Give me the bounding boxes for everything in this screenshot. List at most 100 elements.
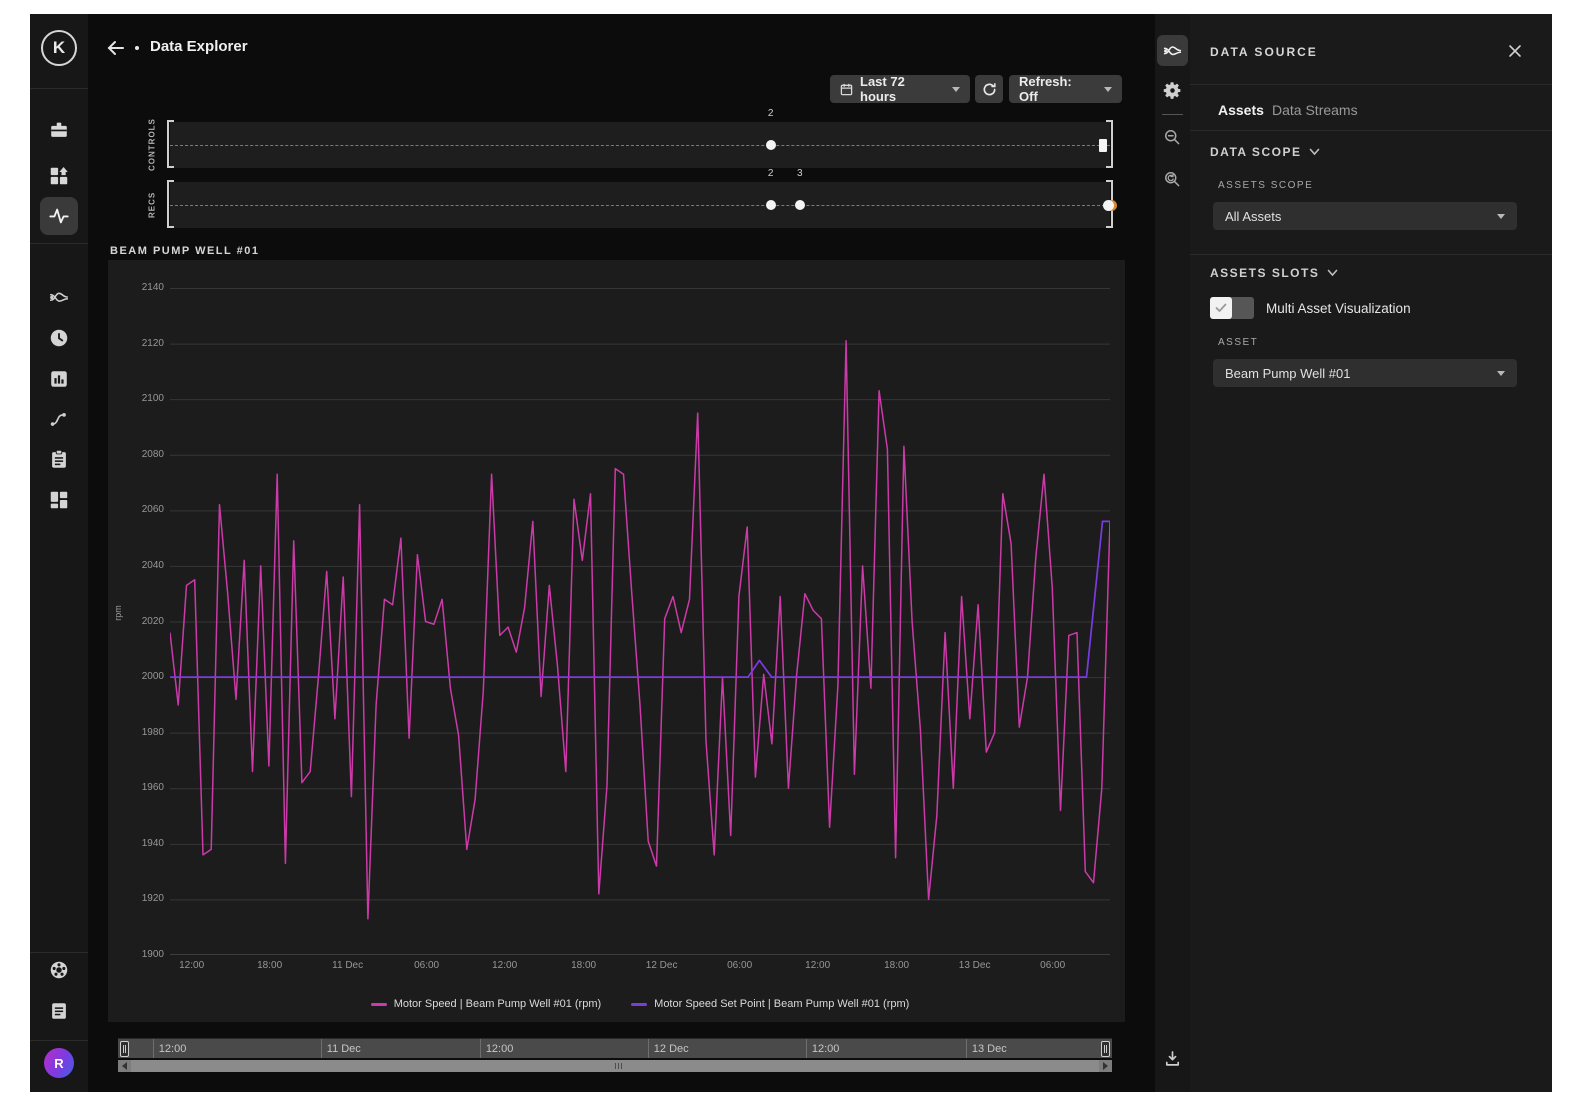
x-tick-label: 18:00 bbox=[554, 960, 614, 971]
x-tick-label: 12 Dec bbox=[632, 960, 692, 971]
flow-icon[interactable] bbox=[48, 408, 70, 430]
event-marker-dot[interactable] bbox=[795, 200, 805, 210]
refresh-mode-dropdown[interactable]: Refresh: Off bbox=[1009, 75, 1122, 103]
download-icon[interactable] bbox=[1162, 1048, 1183, 1069]
chevron-down-icon bbox=[952, 87, 960, 92]
tab-data-streams[interactable]: Data Streams bbox=[1272, 102, 1358, 118]
assets-slots-header-text: ASSETS SLOTS bbox=[1210, 266, 1319, 280]
calendar-icon[interactable] bbox=[48, 119, 70, 141]
assets-slots-section-header[interactable]: ASSETS SLOTS bbox=[1210, 266, 1338, 280]
divider bbox=[1190, 84, 1552, 85]
scroll-right-button[interactable] bbox=[1099, 1060, 1112, 1072]
divider bbox=[30, 1040, 88, 1041]
toggle-thumb bbox=[1210, 297, 1232, 319]
support-icon[interactable] bbox=[48, 959, 70, 981]
refresh-icon bbox=[982, 82, 997, 97]
avatar-initial: R bbox=[54, 1056, 63, 1071]
check-icon bbox=[1215, 303, 1227, 313]
trend-tool-icon[interactable] bbox=[1162, 40, 1183, 61]
assets-scope-value: All Assets bbox=[1225, 209, 1281, 224]
divider bbox=[1162, 114, 1183, 115]
event-marker-dot[interactable] bbox=[766, 140, 776, 150]
timeline-minimap[interactable]: 12:0011 Dec12:0012 Dec12:0013 Dec bbox=[118, 1038, 1112, 1058]
recs-track[interactable]: 23 bbox=[170, 182, 1110, 228]
back-arrow-icon[interactable] bbox=[106, 39, 126, 57]
assets-scope-dropdown[interactable]: All Assets bbox=[1213, 202, 1517, 230]
time-range-dropdown[interactable]: Last 72 hours bbox=[830, 75, 970, 103]
page-title: Data Explorer bbox=[150, 38, 248, 55]
activity-icon[interactable] bbox=[48, 205, 70, 227]
x-tick-label: 06:00 bbox=[1023, 960, 1083, 971]
clock-icon[interactable] bbox=[48, 327, 70, 349]
chevron-down-icon bbox=[1104, 87, 1112, 92]
x-tick-label: 18:00 bbox=[240, 960, 300, 971]
bar-chart-icon[interactable] bbox=[48, 368, 70, 390]
chevron-down-icon bbox=[1309, 148, 1320, 156]
chart-legend: Motor Speed | Beam Pump Well #01 (rpm) Mo… bbox=[170, 998, 1110, 1010]
settings-gear-icon[interactable] bbox=[1162, 80, 1183, 101]
asset-dropdown[interactable]: Beam Pump Well #01 bbox=[1213, 359, 1517, 387]
legend-item[interactable]: Motor Speed Set Point | Beam Pump Well #… bbox=[631, 998, 909, 1010]
clipboard-icon[interactable] bbox=[48, 448, 70, 470]
minimap-time-label: 11 Dec bbox=[321, 1039, 361, 1058]
tab-assets[interactable]: Assets bbox=[1218, 102, 1264, 118]
controls-track-dashline bbox=[170, 145, 1110, 146]
event-marker-dot[interactable] bbox=[766, 200, 776, 210]
time-range-value: Last 72 hours bbox=[860, 74, 941, 104]
refresh-mode-value: Refresh: Off bbox=[1019, 74, 1093, 104]
release-notes-icon[interactable] bbox=[48, 1000, 70, 1022]
x-tick-label: 13 Dec bbox=[945, 960, 1005, 971]
x-tick-label: 06:00 bbox=[710, 960, 770, 971]
controls-end-marker[interactable] bbox=[1099, 139, 1107, 152]
title-dot bbox=[135, 46, 139, 50]
x-tick-label: 12:00 bbox=[475, 960, 535, 971]
divider bbox=[30, 243, 88, 244]
y-tick-label: 2000 bbox=[142, 671, 164, 682]
multi-asset-toggle[interactable] bbox=[1210, 297, 1254, 319]
dashboard-icon[interactable] bbox=[48, 489, 70, 511]
recs-track-label: RECS bbox=[140, 182, 164, 228]
chart-plot[interactable] bbox=[170, 288, 1110, 955]
x-tick-label: 12:00 bbox=[162, 960, 222, 971]
legend-item[interactable]: Motor Speed | Beam Pump Well #01 (rpm) bbox=[371, 998, 601, 1010]
y-tick-label: 2120 bbox=[142, 338, 164, 349]
y-tick-label: 2060 bbox=[142, 504, 164, 515]
minimap-right-handle[interactable] bbox=[1101, 1041, 1110, 1057]
close-icon[interactable] bbox=[1506, 42, 1524, 60]
divider bbox=[30, 88, 88, 89]
horizontal-scrollbar[interactable] bbox=[118, 1060, 1112, 1072]
divider bbox=[30, 952, 88, 953]
set-point-line bbox=[170, 521, 1110, 677]
kelvin-logo[interactable]: K bbox=[41, 30, 77, 66]
data-scope-section-header[interactable]: DATA SCOPE bbox=[1210, 145, 1320, 159]
divider bbox=[1190, 254, 1552, 255]
app-window: K bbox=[30, 14, 1552, 1092]
scroll-left-button[interactable] bbox=[118, 1060, 131, 1072]
range-bracket-left bbox=[167, 120, 174, 168]
legend-label: Motor Speed Set Point | Beam Pump Well #… bbox=[654, 998, 909, 1010]
chevron-down-icon bbox=[1327, 269, 1338, 277]
logo-letter: K bbox=[53, 38, 65, 58]
zoom-reset-icon[interactable] bbox=[1162, 169, 1183, 190]
asset-label: ASSET bbox=[1218, 337, 1258, 348]
user-avatar[interactable]: R bbox=[44, 1048, 74, 1078]
range-bracket-right bbox=[1106, 120, 1113, 168]
divider bbox=[1190, 130, 1552, 131]
y-tick-label: 1900 bbox=[142, 949, 164, 960]
trend-lines-icon[interactable] bbox=[48, 286, 70, 308]
scrollbar-grip[interactable] bbox=[615, 1063, 622, 1069]
recs-end-marker[interactable] bbox=[1103, 200, 1114, 211]
minimap-time-label: 13 Dec bbox=[966, 1039, 1007, 1058]
range-bracket-left bbox=[167, 180, 174, 228]
minimap-time-label: 12:00 bbox=[153, 1039, 187, 1058]
zoom-out-icon[interactable] bbox=[1162, 127, 1183, 148]
multi-asset-toggle-label: Multi Asset Visualization bbox=[1266, 301, 1411, 316]
minimap-left-handle[interactable] bbox=[120, 1041, 129, 1057]
refresh-button[interactable] bbox=[975, 75, 1003, 103]
assets-scope-label: ASSETS SCOPE bbox=[1218, 180, 1313, 191]
x-tick-label: 12:00 bbox=[788, 960, 848, 971]
apps-add-icon[interactable] bbox=[48, 165, 70, 187]
controls-track[interactable]: 2 bbox=[170, 122, 1110, 168]
event-marker-count: 2 bbox=[768, 108, 774, 119]
y-tick-label: 2020 bbox=[142, 616, 164, 627]
